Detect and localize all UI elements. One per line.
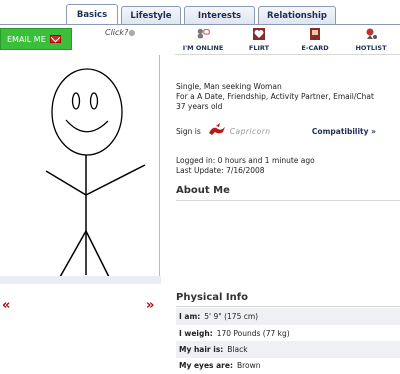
profile-photo[interactable] <box>0 55 160 281</box>
email-me-label: EMAIL ME <box>7 34 46 44</box>
flirt-label: FLIRT <box>248 44 270 52</box>
ecard-icon <box>308 27 322 41</box>
physical-row-height: I am: 5' 9" (175 cm) <box>176 308 400 325</box>
looking-for-line: For a A Date, Friendship, Activity Partn… <box>176 92 374 101</box>
weight-value: 170 Pounds (77 kg) <box>216 329 290 338</box>
click-hint: Click?● <box>105 28 136 37</box>
last-update-text: Last Update: 7/16/2008 <box>176 166 265 175</box>
profile-tabs: Basics Lifestyle Interests Relationship <box>66 4 336 24</box>
flirt-button[interactable]: FLIRT <box>231 27 287 52</box>
online-chat-icon <box>196 27 210 41</box>
height-value: 5' 9" (175 cm) <box>204 312 259 321</box>
weight-label: I weigh: <box>179 329 213 338</box>
tab-lifestyle[interactable]: Lifestyle <box>121 6 181 24</box>
about-me-title: About Me <box>176 185 230 196</box>
about-me-rule <box>176 200 400 201</box>
actions-divider <box>175 54 400 55</box>
click-hint-text: Click? <box>105 28 129 37</box>
ecard-label: E-CARD <box>301 44 329 52</box>
im-online-button[interactable]: I'M ONLINE <box>175 27 231 52</box>
status-line: Single, Man seeking Woman <box>176 82 282 91</box>
hotlist-icon <box>364 27 378 41</box>
email-me-button[interactable]: EMAIL ME <box>0 28 72 50</box>
envelope-icon <box>49 35 61 43</box>
capricorn-icon <box>207 123 227 139</box>
activity-info: Logged in: 0 hours and 1 minute ago Last… <box>176 156 400 176</box>
hotlist-label: HOTLIST <box>355 44 387 52</box>
compatibility-link[interactable]: Compatibility » <box>312 127 376 136</box>
physical-row-eyes: My eyes are: Brown <box>176 357 400 374</box>
hotlist-button[interactable]: HOTLIST <box>343 27 399 52</box>
next-photo-arrow[interactable]: » <box>146 298 154 313</box>
ecard-button[interactable]: E-CARD <box>287 27 343 52</box>
heart-flirt-icon <box>252 27 266 41</box>
physical-row-weight: I weigh: 170 Pounds (77 kg) <box>176 325 400 342</box>
height-label: I am: <box>179 312 201 321</box>
eyes-value: Brown <box>236 361 261 370</box>
sign-label: Sign is <box>176 126 201 136</box>
zodiac-row: Sign is Capricorn Compatibility » <box>176 123 400 139</box>
physical-info-title: Physical Info <box>176 292 248 303</box>
tab-relationship[interactable]: Relationship <box>258 6 336 24</box>
age-line: 37 years old <box>176 102 223 111</box>
hair-value: Black <box>227 345 248 354</box>
profile-summary: Single, Man seeking Woman For a A Date, … <box>176 82 400 112</box>
hair-label: My hair is: <box>179 345 224 354</box>
eyes-label: My eyes are: <box>179 361 233 370</box>
profile-actions: I'M ONLINE FLIRT E-CARD HOTLIST <box>175 27 400 52</box>
photo-caption-bar <box>0 276 161 284</box>
stick-figure-drawing <box>45 68 146 278</box>
sign-name: Capricorn <box>229 126 271 136</box>
tab-divider <box>0 24 400 25</box>
logged-in-text: Logged in: 0 hours and 1 minute ago <box>176 156 315 165</box>
tab-basics[interactable]: Basics <box>66 4 118 24</box>
physical-info-rule <box>176 306 400 307</box>
physical-row-hair: My hair is: Black <box>176 341 400 358</box>
im-online-label: I'M ONLINE <box>182 44 224 52</box>
tab-interests[interactable]: Interests <box>184 6 255 24</box>
previous-photo-arrow[interactable]: « <box>2 298 10 313</box>
